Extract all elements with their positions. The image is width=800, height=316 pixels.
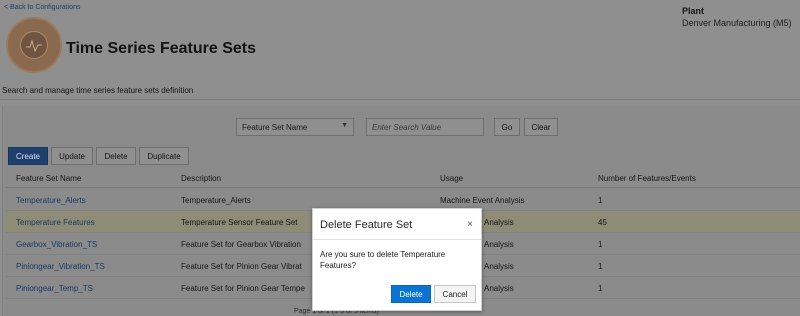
cancel-button[interactable]: Cancel bbox=[434, 285, 476, 303]
description-cell: Temperature_Alerts bbox=[181, 196, 251, 205]
go-button[interactable]: Go bbox=[494, 118, 520, 136]
count-cell: 1 bbox=[598, 262, 603, 271]
count-cell: 1 bbox=[598, 240, 603, 249]
chevron-down-icon: ▼ bbox=[341, 122, 348, 129]
description-cell: Feature Set for Pinion Gear Vibrat bbox=[181, 262, 302, 271]
close-icon[interactable]: × bbox=[467, 219, 473, 230]
back-to-configurations-link[interactable]: < Back to Configurations bbox=[4, 4, 80, 11]
plant-label: Plant bbox=[682, 6, 705, 16]
column-header-description[interactable]: Description bbox=[181, 174, 221, 183]
update-button[interactable]: Update bbox=[51, 147, 93, 165]
usage-cell: Analysis bbox=[484, 262, 514, 271]
clear-button[interactable]: Clear bbox=[524, 118, 558, 136]
column-header-name[interactable]: Feature Set Name bbox=[16, 174, 81, 183]
usage-cell: Analysis bbox=[484, 218, 514, 227]
search-field-select-value: Feature Set Name bbox=[242, 123, 308, 132]
usage-cell: Machine Event Analysis bbox=[440, 196, 525, 205]
duplicate-button[interactable]: Duplicate bbox=[139, 147, 189, 165]
create-button[interactable]: Create bbox=[8, 147, 48, 165]
dialog-divider bbox=[313, 239, 481, 240]
chart-line-icon bbox=[26, 39, 42, 53]
time-series-logo-icon bbox=[6, 17, 62, 73]
description-cell: Feature Set for Pinion Gear Tempe bbox=[181, 284, 305, 293]
dialog-message: Are you sure to delete Temperature Featu… bbox=[320, 250, 446, 270]
usage-cell: Analysis bbox=[484, 240, 514, 249]
feature-set-name-link[interactable]: Gearbox_Vibration_TS bbox=[16, 240, 97, 249]
feature-set-name-link[interactable]: Temperature Features bbox=[16, 218, 95, 227]
confirm-delete-button[interactable]: Delete bbox=[391, 285, 431, 303]
header-divider bbox=[0, 99, 800, 100]
column-header-count[interactable]: Number of Features/Events bbox=[598, 174, 696, 183]
table-header-divider bbox=[6, 187, 800, 188]
page-title: Time Series Feature Sets bbox=[66, 40, 257, 57]
dialog-title: Delete Feature Set bbox=[320, 219, 413, 231]
description-cell: Feature Set for Gearbox Vibration bbox=[181, 240, 301, 249]
count-cell: 1 bbox=[598, 196, 603, 205]
count-cell: 1 bbox=[598, 284, 603, 293]
search-field-select[interactable]: Feature Set Name ▼ bbox=[236, 118, 354, 136]
feature-set-name-link[interactable]: Temperature_Alerts bbox=[16, 196, 86, 205]
page-subtitle: Search and manage time series feature se… bbox=[2, 86, 194, 95]
feature-set-name-link[interactable]: Piniongear_Vibration_TS bbox=[16, 262, 105, 271]
usage-cell: Analysis bbox=[484, 284, 514, 293]
search-input[interactable]: Enter Search Value bbox=[366, 118, 484, 136]
delete-button[interactable]: Delete bbox=[96, 147, 136, 165]
delete-feature-set-dialog: Delete Feature Set × Are you sure to del… bbox=[312, 208, 482, 311]
description-cell: Temperature Sensor Feature Set bbox=[181, 218, 298, 227]
column-header-usage[interactable]: Usage bbox=[440, 174, 463, 183]
plant-value: Denver Manufacturing (M5) bbox=[682, 18, 792, 28]
count-cell: 45 bbox=[598, 218, 607, 227]
feature-set-name-link[interactable]: Piniongear_Temp_TS bbox=[16, 284, 93, 293]
